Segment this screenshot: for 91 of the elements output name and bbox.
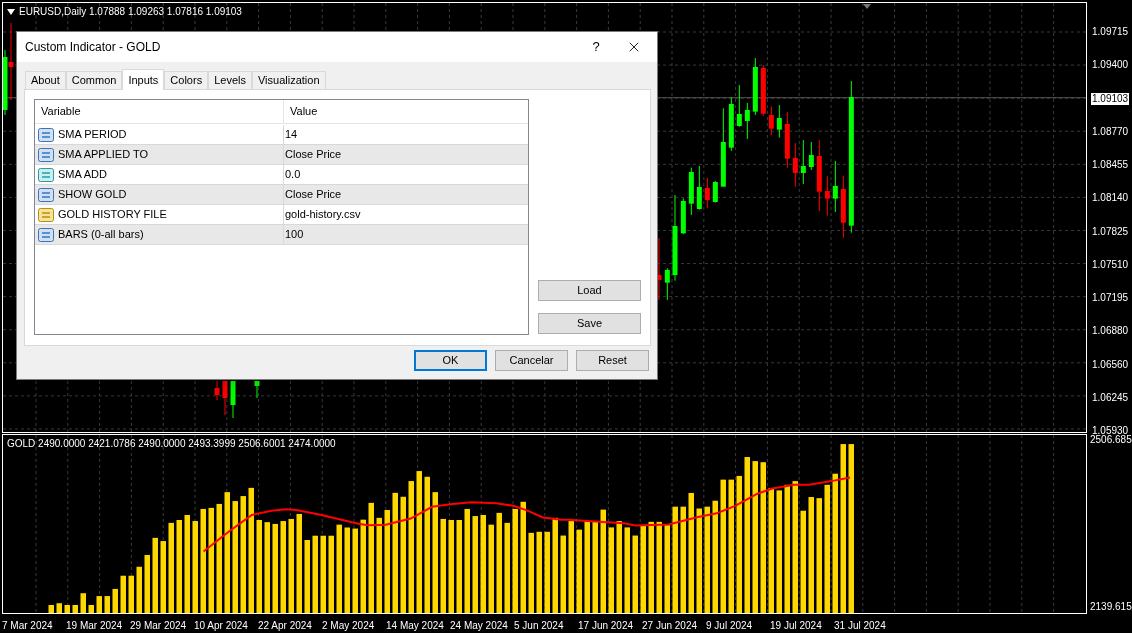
indicator-value-label: 2506.685 — [1090, 434, 1132, 447]
side-button[interactable]: Save — [538, 313, 641, 334]
candlestick — [688, 167, 694, 216]
candlestick — [728, 96, 734, 152]
price-label: 1.08770 — [1092, 125, 1129, 138]
date-label: 7 Mar 2024 — [2, 619, 53, 631]
candlestick — [744, 102, 750, 140]
date-label: 9 Jul 2024 — [706, 619, 753, 631]
date-label: 19 Jul 2024 — [770, 619, 822, 631]
dropdown-triangle-icon[interactable] — [7, 9, 15, 15]
parameter-name: GOLD HISTORY FILE — [58, 207, 167, 223]
date-label: 27 Jun 2024 — [642, 619, 698, 631]
date-label: 24 May 2024 — [450, 619, 508, 631]
parameter-type-icon — [38, 207, 54, 222]
price-label: 1.07510 — [1092, 258, 1129, 271]
price-label: 1.05930 — [1092, 425, 1129, 436]
parameter-type-icon — [38, 147, 54, 162]
price-label: 1.07195 — [1092, 292, 1129, 304]
parameter-value[interactable]: gold-history.csv — [285, 206, 361, 223]
indicator-value-label: 2139.615 — [1090, 600, 1132, 614]
column-header[interactable]: Variable — [35, 100, 284, 123]
candlestick — [840, 175, 846, 239]
dialog-button[interactable]: OK — [414, 350, 487, 371]
parameter-type-icon — [38, 127, 54, 142]
dialog-tab[interactable]: Inputs — [122, 69, 165, 90]
candlestick — [776, 104, 782, 139]
dialog-tab[interactable]: Levels — [208, 71, 252, 89]
candlestick — [680, 197, 686, 235]
parameter-type-icon — [38, 227, 54, 242]
date-label: 5 Jun 2024 — [514, 619, 564, 631]
candlestick — [792, 142, 798, 188]
column-header[interactable]: Value — [284, 100, 528, 123]
candlestick — [768, 106, 774, 136]
candlestick — [704, 177, 710, 209]
candlestick — [760, 64, 766, 117]
parameter-value[interactable]: Close Price — [285, 186, 342, 203]
parameter-name: SHOW GOLD — [58, 187, 127, 203]
price-label: 1.09103 — [1091, 92, 1130, 105]
candlestick — [230, 380, 236, 419]
candlestick — [784, 111, 790, 169]
dialog-title: Custom Indicator - GOLD — [25, 39, 162, 56]
candlestick — [736, 84, 742, 128]
parameter-type-icon — [38, 187, 54, 202]
parameter-value[interactable]: 14 — [285, 126, 298, 143]
parameter-type-icon — [38, 167, 54, 182]
parameter-value[interactable]: Close Price — [285, 146, 342, 163]
price-label: 1.08140 — [1092, 192, 1129, 205]
candlestick — [712, 180, 718, 204]
candlestick — [752, 57, 758, 116]
help-button[interactable]: ? — [581, 32, 611, 62]
date-label: 17 Jun 2024 — [578, 619, 634, 631]
date-label: 22 Apr 2024 — [258, 619, 312, 631]
parameter-name: SMA PERIOD — [58, 127, 127, 143]
indicator-header: GOLD 2490.0000 2421.0786 2490.0000 2493.3999 2506.6001 2474.0000 — [7, 437, 336, 451]
price-label: 1.08455 — [1092, 159, 1129, 171]
candlestick — [214, 380, 220, 401]
price-label: 1.09715 — [1092, 26, 1129, 38]
candlestick — [824, 175, 830, 217]
parameter-name: BARS (0-all bars) — [58, 227, 144, 243]
date-label: 2 May 2024 — [322, 619, 375, 631]
price-label: 1.09400 — [1092, 59, 1129, 72]
price-label: 1.06880 — [1092, 325, 1129, 338]
candlestick — [664, 267, 670, 301]
price-label: 1.07825 — [1092, 225, 1129, 238]
candlestick — [808, 141, 814, 171]
date-label: 14 May 2024 — [386, 619, 444, 631]
candlestick — [696, 165, 702, 211]
chart-header: EURUSD,Daily 1.07888 1.09263 1.07816 1.09103 — [19, 5, 242, 19]
parameter-name: SMA ADD — [58, 167, 107, 183]
date-label: 10 Apr 2024 — [194, 619, 248, 631]
date-label: 31 Jul 2024 — [834, 619, 886, 631]
candlestick — [222, 380, 228, 416]
candlestick — [656, 237, 662, 301]
price-label: 1.06560 — [1092, 358, 1129, 371]
dialog-button[interactable]: Cancelar — [495, 350, 568, 371]
dialog-button[interactable]: Reset — [576, 350, 649, 371]
side-button[interactable]: Load — [538, 280, 641, 301]
chart-shift-marker-icon — [863, 4, 871, 9]
candlestick — [254, 380, 260, 399]
parameter-value[interactable]: 100 — [285, 226, 304, 243]
parameter-name: SMA APPLIED TO — [58, 147, 149, 163]
candlestick — [800, 139, 806, 185]
dialog-tab[interactable]: Visualization — [251, 71, 326, 89]
parameter-value[interactable]: 0.0 — [285, 166, 301, 183]
price-label: 1.06245 — [1092, 391, 1129, 404]
dialog-tab[interactable]: About — [25, 71, 66, 89]
candlestick — [832, 160, 838, 213]
dialog-tab[interactable]: Colors — [164, 71, 209, 89]
date-label: 29 Mar 2024 — [130, 619, 187, 631]
date-label: 19 Mar 2024 — [66, 619, 123, 631]
dialog-tab[interactable]: Common — [65, 71, 123, 89]
